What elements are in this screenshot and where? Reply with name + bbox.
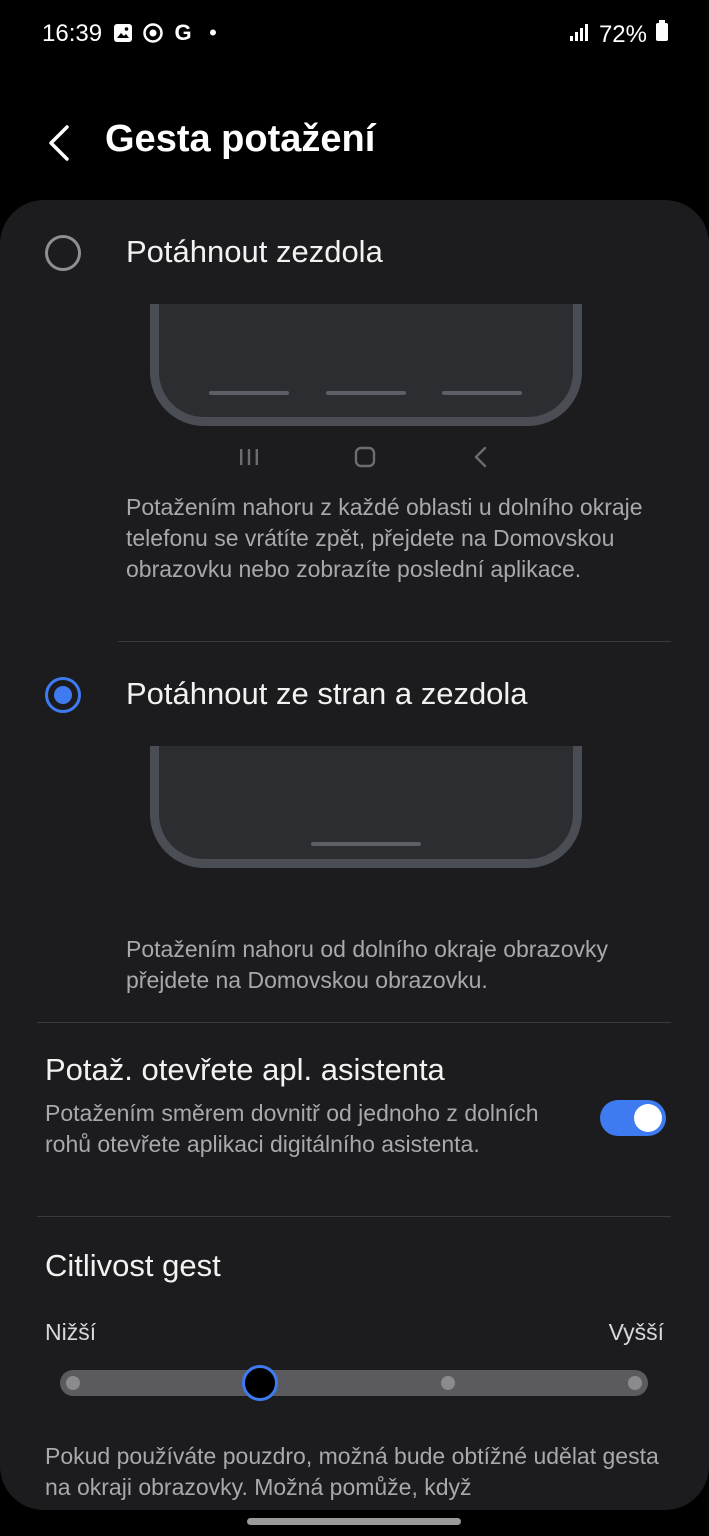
illustration-swipe-sides — [150, 746, 582, 868]
option-label: Potáhnout zezdola — [126, 234, 383, 269]
divider — [37, 1022, 671, 1023]
slider-thumb[interactable] — [242, 1365, 279, 1401]
status-right: 72% — [569, 20, 669, 49]
recents-icon — [234, 442, 264, 472]
app-bar: Gesta potažení — [0, 100, 709, 190]
footer-note: Pokud používáte pouzdro, možná bude obtí… — [45, 1443, 659, 1500]
back-icon — [466, 442, 496, 472]
home-indicator — [247, 1518, 461, 1525]
status-bar: 16:39 G • 72% — [0, 0, 709, 70]
sensitivity-title: Citlivost gest — [45, 1248, 221, 1283]
illustration-swipe-bottom — [150, 304, 582, 426]
home-icon — [350, 442, 380, 472]
radio-swipe-bottom[interactable] — [45, 235, 81, 271]
nav-buttons-illustration — [0, 442, 709, 482]
gesture-bar-left — [209, 391, 289, 395]
status-time: 16:39 — [42, 20, 103, 47]
option-description: Potažením nahoru od dolního okraje obraz… — [126, 936, 609, 993]
gesture-bar-center — [326, 391, 406, 395]
radio-swipe-sides-bottom[interactable] — [45, 677, 81, 713]
chevron-left-icon — [49, 125, 69, 161]
option-label: Potáhnout ze stran a zezdola — [126, 676, 528, 711]
battery-percent: 72% — [598, 20, 647, 48]
slider-max-label: Vyšší — [608, 1319, 664, 1345]
battery-icon — [655, 20, 669, 49]
toggle-knob — [634, 1104, 662, 1132]
back-button[interactable] — [34, 118, 84, 168]
gesture-bar-right — [442, 391, 522, 395]
settings-card: Potáhnout zezdola Potažením nahoru z kaž… — [0, 200, 709, 1510]
slider-min-label: Nižší — [45, 1319, 97, 1345]
dot-icon: • — [209, 20, 217, 45]
slider-tick — [440, 1376, 455, 1390]
sensitivity-slider[interactable] — [60, 1365, 648, 1401]
divider — [37, 1216, 671, 1217]
assistant-description: Potažením směrem dovnitř od jednoho z do… — [45, 1100, 539, 1157]
notification-icons: G • — [112, 20, 224, 45]
target-icon — [142, 22, 164, 44]
signal-icon — [569, 21, 591, 49]
assistant-toggle[interactable] — [600, 1100, 666, 1136]
divider — [118, 641, 671, 642]
google-icon: G — [174, 20, 192, 45]
gesture-bar-center — [311, 842, 421, 846]
gallery-icon — [112, 22, 134, 44]
page-title: Gesta potažení — [105, 118, 376, 160]
slider-tick — [66, 1376, 80, 1390]
option-description: Potažením nahoru z každé oblasti u dolní… — [126, 494, 643, 582]
option-swipe-bottom[interactable]: Potáhnout zezdola — [0, 218, 709, 288]
assistant-title: Potaž. otevřete apl. asistenta — [45, 1052, 445, 1087]
option-swipe-sides-bottom[interactable]: Potáhnout ze stran a zezdola — [0, 660, 709, 730]
slider-tick — [628, 1376, 642, 1390]
